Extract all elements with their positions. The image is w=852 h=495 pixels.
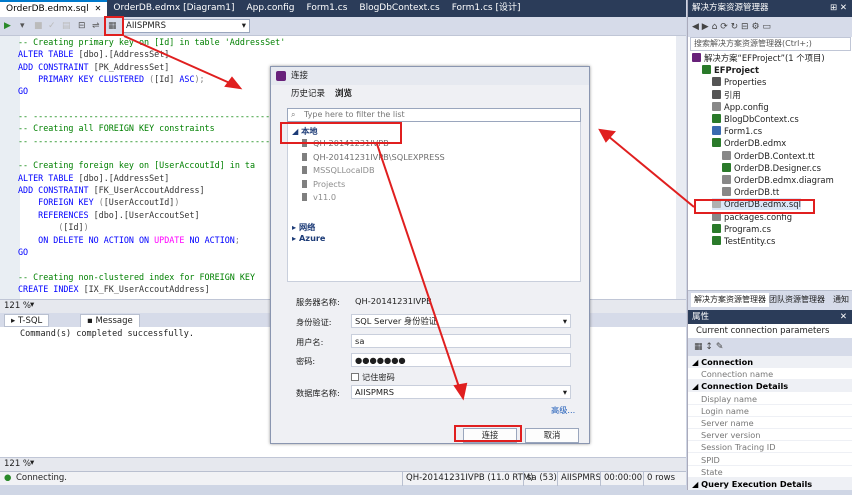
arrow-head: [453, 382, 468, 401]
arrow-line: [376, 143, 461, 391]
annotation-arrows: [123, 35, 695, 401]
arrow-head: [224, 76, 243, 90]
arrow-line: [123, 35, 233, 85]
arrow-line: [607, 135, 695, 208]
